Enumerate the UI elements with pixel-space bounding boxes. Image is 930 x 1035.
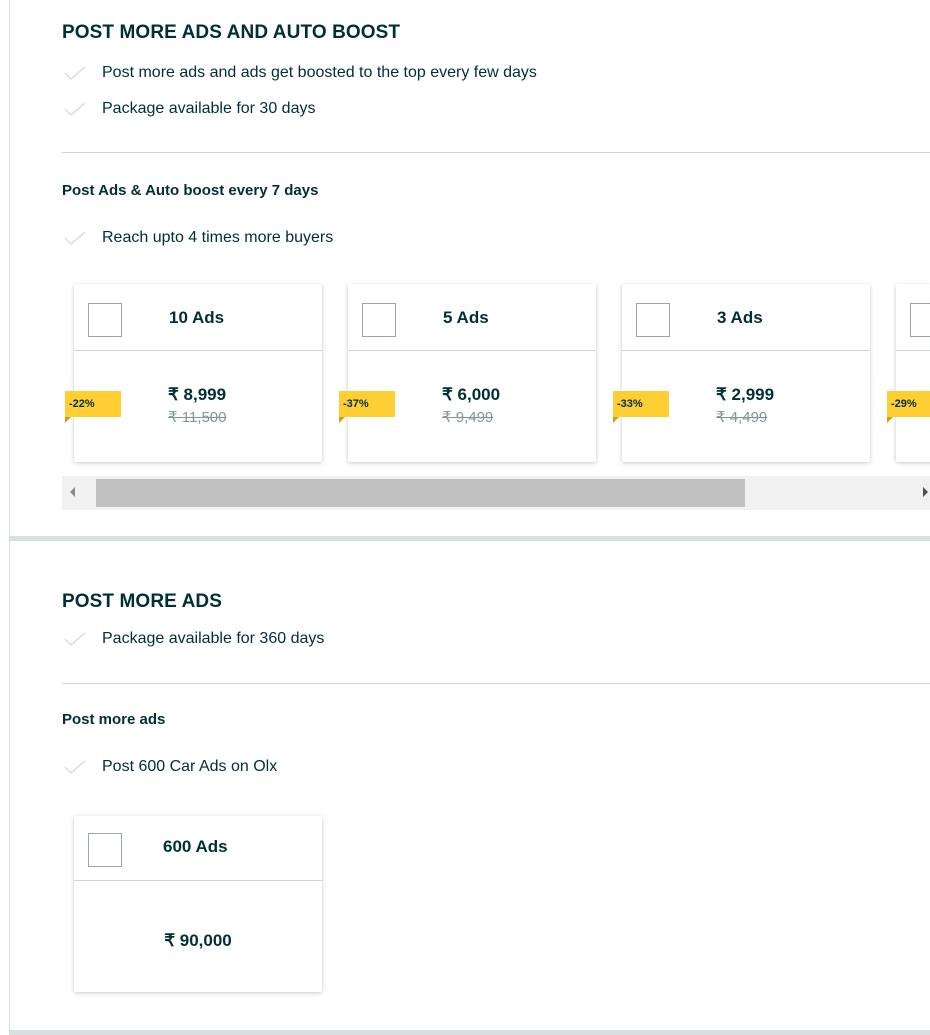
feature-text: Post more ads and ads get boosted to the… <box>102 64 537 81</box>
feature-item: Package available for 30 days <box>64 100 315 118</box>
left-border <box>9 0 10 1035</box>
check-icon <box>64 102 86 116</box>
package-card-partial[interactable]: -29% <box>887 284 930 462</box>
package-title: 5 Ads <box>443 308 489 327</box>
scroll-left-arrow-icon[interactable] <box>70 487 75 497</box>
package-price: ₹ 2,999 <box>716 385 775 404</box>
package-title: 600 Ads <box>163 837 228 856</box>
package-checkbox[interactable] <box>362 303 396 337</box>
card-header: 5 Ads <box>348 284 596 351</box>
check-icon <box>64 66 86 80</box>
package-checkbox[interactable] <box>88 303 122 337</box>
package-checkbox[interactable] <box>910 303 930 337</box>
feature-item: Post more ads and ads get boosted to the… <box>64 64 537 82</box>
auto-boost-subheading: Post Ads & Auto boost every 7 days <box>62 182 319 199</box>
check-icon <box>64 760 86 774</box>
card-header: 3 Ads <box>622 284 870 351</box>
divider <box>62 683 930 684</box>
discount-badge: -29% <box>887 391 930 423</box>
post-more-subheading: Post more ads <box>62 711 166 728</box>
section-divider <box>10 1030 930 1035</box>
discount-badge: -33% <box>613 391 669 423</box>
package-price: ₹ 8,999 <box>168 385 227 404</box>
check-icon <box>64 632 86 646</box>
feature-text: Reach upto 4 times more buyers <box>102 229 334 246</box>
scroll-right-arrow-icon[interactable] <box>923 487 928 497</box>
package-checkbox[interactable] <box>636 303 670 337</box>
divider <box>62 152 930 153</box>
package-checkbox[interactable] <box>88 833 122 867</box>
package-carousel[interactable]: 10 Ads -22% ₹ 8,999 ₹ 11,500 5 Ads -37% … <box>62 283 930 511</box>
feature-text: Package available for 360 days <box>102 630 325 647</box>
card-header: 600 Ads <box>74 816 322 881</box>
horizontal-scrollbar[interactable] <box>62 476 930 510</box>
auto-boost-heading: POST MORE ADS AND AUTO BOOST <box>62 22 401 43</box>
discount-badge: -22% <box>65 391 121 423</box>
feature-text: Package available for 30 days <box>102 100 316 117</box>
feature-item: Post 600 Car Ads on Olx <box>64 758 277 776</box>
package-price: ₹ 90,000 <box>164 931 232 950</box>
package-card-10-ads[interactable]: 10 Ads -22% ₹ 8,999 ₹ 11,500 <box>65 284 322 462</box>
post-more-heading: POST MORE ADS <box>62 591 222 612</box>
package-old-price: ₹ 11,500 <box>168 409 227 426</box>
card-header <box>896 284 930 351</box>
package-card-3-ads[interactable]: 3 Ads -33% ₹ 2,999 ₹ 4,499 <box>613 284 870 462</box>
package-title: 10 Ads <box>169 308 225 327</box>
feature-item: Reach upto 4 times more buyers <box>64 229 333 247</box>
package-old-price: ₹ 4,499 <box>716 409 768 426</box>
package-card-600-ads[interactable]: 600 Ads ₹ 90,000 <box>74 816 322 992</box>
discount-badge: -37% <box>339 391 395 423</box>
feature-item: Package available for 360 days <box>64 630 324 648</box>
package-old-price: ₹ 9,499 <box>442 409 494 426</box>
package-price: ₹ 6,000 <box>442 385 501 404</box>
check-icon <box>64 231 86 245</box>
feature-text: Post 600 Car Ads on Olx <box>102 758 278 775</box>
section-divider <box>10 536 930 541</box>
scroll-thumb[interactable] <box>96 479 745 507</box>
package-card-5-ads[interactable]: 5 Ads -37% ₹ 6,000 ₹ 9,499 <box>339 284 596 462</box>
package-title: 3 Ads <box>717 308 763 327</box>
card-header: 10 Ads <box>74 284 322 351</box>
